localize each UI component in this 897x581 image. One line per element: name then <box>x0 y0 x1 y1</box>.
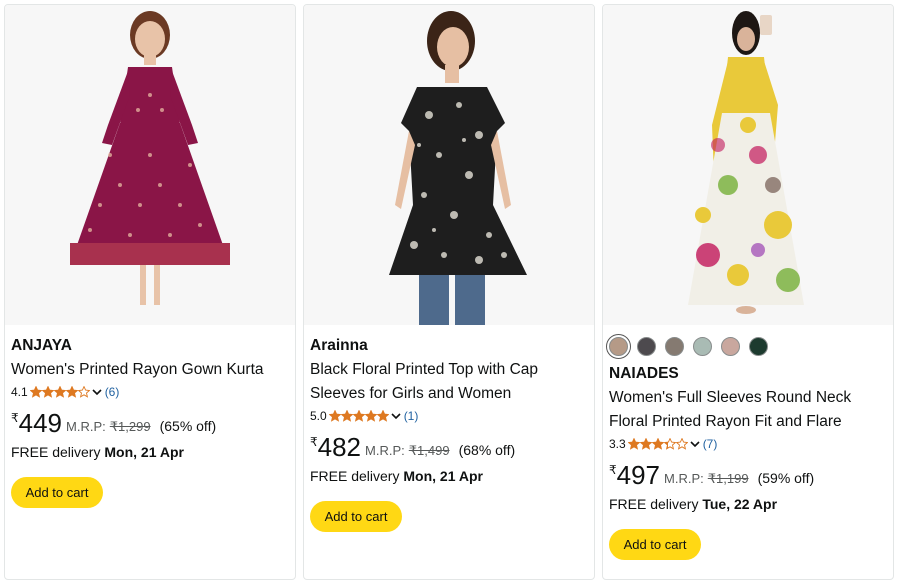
discount: (59% off) <box>757 470 815 486</box>
product-title[interactable]: Black Floral Printed Top with Cap Sleeve… <box>310 358 588 406</box>
mrp-value: ₹1,199 <box>707 471 749 486</box>
delivery-date: Tue, 22 Apr <box>702 496 778 512</box>
chevron-down-icon[interactable] <box>390 410 402 422</box>
star-icon <box>328 410 341 422</box>
star-rating[interactable] <box>29 386 90 398</box>
price: 449 <box>18 408 63 438</box>
chevron-down-icon[interactable] <box>689 438 701 450</box>
star-icon <box>675 438 688 450</box>
star-icon <box>364 410 377 422</box>
review-count-link[interactable]: (6) <box>105 385 120 399</box>
star-rating[interactable] <box>627 438 688 450</box>
product-image[interactable] <box>304 5 594 325</box>
product-image[interactable] <box>603 5 893 325</box>
star-icon <box>53 386 66 398</box>
chevron-down-icon[interactable] <box>91 386 103 398</box>
delivery-prefix: FREE delivery <box>310 468 404 484</box>
delivery-date: Mon, 21 Apr <box>104 444 184 460</box>
kurta-model-illustration <box>70 11 230 305</box>
color-swatches <box>603 325 893 359</box>
rating-value: 3.3 <box>609 437 626 451</box>
color-swatch[interactable] <box>665 337 684 356</box>
mrp-value: ₹1,299 <box>109 419 151 434</box>
rating-row: 5.0 (1) <box>310 408 588 424</box>
product-brand: Arainna <box>310 337 368 354</box>
star-icon <box>29 386 42 398</box>
price-row: ₹ 497 M.R.P: ₹1,199 (59% off) <box>609 461 887 491</box>
color-swatch[interactable] <box>749 337 768 356</box>
mrp-value: ₹1,499 <box>408 443 450 458</box>
currency-symbol: ₹ <box>310 435 318 449</box>
delivery-prefix: FREE delivery <box>609 496 703 512</box>
star-icon <box>627 438 640 450</box>
floral-top-model-illustration <box>389 11 527 325</box>
delivery-date: Mon, 21 Apr <box>403 468 483 484</box>
review-count-link[interactable]: (7) <box>703 437 718 451</box>
rating-value: 5.0 <box>310 409 327 423</box>
product-title[interactable]: Women's Printed Rayon Gown Kurta <box>11 358 289 382</box>
star-icon <box>663 438 676 450</box>
star-icon <box>639 438 652 450</box>
price-row: ₹ 482 M.R.P: ₹1,499 (68% off) <box>310 433 588 463</box>
add-to-cart-button[interactable]: Add to cart <box>609 529 701 560</box>
star-icon <box>41 386 54 398</box>
add-to-cart-button[interactable]: Add to cart <box>310 501 402 532</box>
add-to-cart-button[interactable]: Add to cart <box>11 477 103 508</box>
product-card: ANJAYA Women's Printed Rayon Gown Kurta … <box>4 4 296 580</box>
price: 482 <box>317 432 362 462</box>
star-rating[interactable] <box>328 410 389 422</box>
product-image[interactable] <box>5 5 295 325</box>
product-title[interactable]: Women's Full Sleeves Round Neck Floral P… <box>609 386 887 434</box>
delivery-info: FREE delivery Mon, 21 Apr <box>310 467 588 485</box>
delivery-info: FREE delivery Tue, 22 Apr <box>609 495 887 513</box>
star-icon <box>65 386 78 398</box>
star-icon <box>352 410 365 422</box>
product-brand: NAIADES <box>609 365 679 382</box>
product-card: NAIADES Women's Full Sleeves Round Neck … <box>602 4 894 580</box>
maxi-dress-model-illustration <box>688 11 804 314</box>
price: 497 <box>616 460 661 490</box>
currency-symbol: ₹ <box>609 463 617 477</box>
mrp-label: M.R.P: <box>664 471 704 486</box>
currency-symbol: ₹ <box>11 411 19 425</box>
color-swatch[interactable] <box>693 337 712 356</box>
rating-row: 4.1 (6) <box>11 384 289 400</box>
star-icon <box>77 386 90 398</box>
color-swatch[interactable] <box>721 337 740 356</box>
product-brand: ANJAYA <box>11 337 72 354</box>
product-card: Arainna Black Floral Printed Top with Ca… <box>303 4 595 580</box>
star-icon <box>651 438 664 450</box>
color-swatch[interactable] <box>606 334 631 359</box>
mrp-label: M.R.P: <box>365 443 405 458</box>
review-count-link[interactable]: (1) <box>404 409 419 423</box>
discount: (65% off) <box>159 418 217 434</box>
delivery-prefix: FREE delivery <box>11 444 105 460</box>
color-swatch[interactable] <box>637 337 656 356</box>
discount: (68% off) <box>458 442 516 458</box>
star-icon <box>376 410 389 422</box>
price-row: ₹ 449 M.R.P: ₹1,299 (65% off) <box>11 409 289 439</box>
rating-value: 4.1 <box>11 385 28 399</box>
star-icon <box>340 410 353 422</box>
mrp-label: M.R.P: <box>66 419 106 434</box>
rating-row: 3.3 (7) <box>609 436 887 452</box>
delivery-info: FREE delivery Mon, 21 Apr <box>11 443 289 461</box>
